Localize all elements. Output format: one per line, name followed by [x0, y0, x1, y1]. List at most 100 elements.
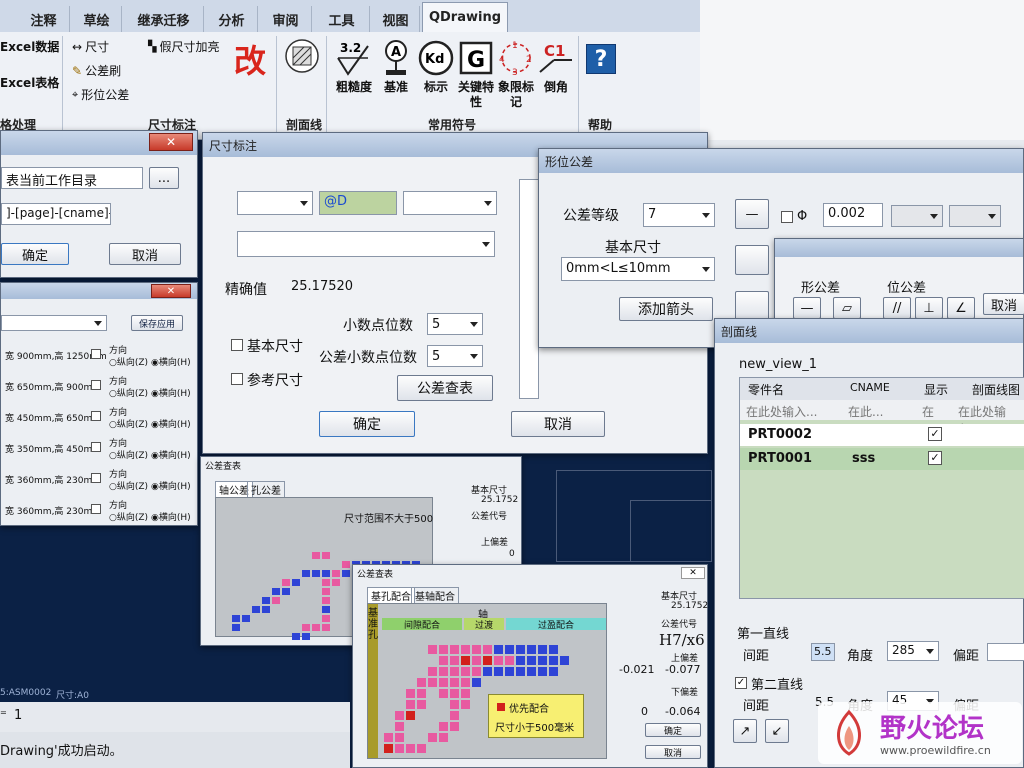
- tolerance-cell[interactable]: [302, 570, 310, 577]
- ok-button[interactable]: 确定: [319, 411, 415, 437]
- tolerance-cell[interactable]: [322, 606, 330, 613]
- second-line-checkbox[interactable]: ✓: [735, 677, 747, 689]
- tolerance-cell[interactable]: [342, 561, 350, 568]
- dimension-value-field[interactable]: @D: [319, 191, 397, 215]
- fit-cell[interactable]: [439, 689, 448, 698]
- perpendicularity-button[interactable]: ⊥: [915, 297, 943, 319]
- fit-cell[interactable]: [560, 656, 569, 665]
- modify-button[interactable]: 改: [234, 36, 266, 82]
- fit-cell[interactable]: [516, 656, 525, 665]
- portrait-option[interactable]: ○纵向(Z): [109, 355, 148, 368]
- tolerance-cell[interactable]: [262, 597, 270, 604]
- fit-cell[interactable]: [538, 656, 547, 665]
- fit-cell[interactable]: [450, 656, 459, 665]
- tolerance-cell[interactable]: [322, 570, 330, 577]
- tolerance-cell[interactable]: [232, 615, 240, 622]
- suffix-combo[interactable]: [403, 191, 497, 215]
- browse-button[interactable]: ...: [149, 167, 179, 189]
- fit-cell[interactable]: [384, 733, 393, 742]
- fit-cell[interactable]: [450, 722, 459, 731]
- basic-size-checkbox[interactable]: [231, 339, 243, 351]
- fit-cell[interactable]: [538, 645, 547, 654]
- fit-cell[interactable]: [450, 711, 459, 720]
- tolerance-cell[interactable]: [252, 606, 260, 613]
- cancel-button[interactable]: 取消: [511, 411, 605, 437]
- paper-size-row[interactable]: 宽 450mm,高 650mm 方向 ○纵向(Z) ◉横向(H): [1, 403, 199, 431]
- fit-cell[interactable]: [516, 645, 525, 654]
- fit-cell[interactable]: [494, 645, 503, 654]
- fit-cell[interactable]: [406, 744, 415, 753]
- tab-view[interactable]: 视图: [372, 6, 420, 32]
- fit-cell[interactable]: [450, 645, 459, 654]
- tolerance-cell[interactable]: [242, 615, 250, 622]
- collapse-button[interactable]: ↙: [765, 719, 789, 743]
- tolerance-cell[interactable]: [332, 579, 340, 586]
- tab-analysis[interactable]: 分析: [206, 6, 258, 32]
- tolerance-cell[interactable]: [342, 570, 350, 577]
- tab-annotate[interactable]: 注释: [18, 6, 70, 32]
- tolerance-cell[interactable]: [312, 570, 320, 577]
- spacing-field[interactable]: 5.5: [811, 643, 835, 661]
- fit-cell[interactable]: [450, 689, 459, 698]
- paper-size-row[interactable]: 宽 900mm,高 1250mm 方向 ○纵向(Z) ◉横向(H): [1, 341, 199, 369]
- fit-cell[interactable]: [461, 689, 470, 698]
- tab-hole-basis[interactable]: 基孔配合: [367, 587, 415, 604]
- fit-cell[interactable]: [494, 656, 503, 665]
- fit-cell[interactable]: [549, 667, 558, 676]
- angularity-button[interactable]: ∠: [947, 297, 975, 319]
- reference-size-checkbox[interactable]: [231, 373, 243, 385]
- fit-cell[interactable]: [395, 744, 404, 753]
- fit-cell[interactable]: [516, 667, 525, 676]
- add-arrow-button[interactable]: 添加箭头: [619, 297, 713, 321]
- tab-qdrawing[interactable]: QDrawing: [422, 2, 508, 32]
- prefix-combo[interactable]: [237, 191, 313, 215]
- ok-button[interactable]: 确定: [1, 243, 69, 265]
- tolerance-brush-button[interactable]: ✎ 公差刷: [72, 62, 121, 79]
- paper-combo[interactable]: [1, 315, 107, 331]
- landscape-option[interactable]: ◉横向(H): [151, 417, 191, 430]
- enable-checkbox[interactable]: [91, 411, 101, 421]
- fit-cell[interactable]: [439, 733, 448, 742]
- fit-cell[interactable]: [472, 667, 481, 676]
- fit-cell[interactable]: [527, 667, 536, 676]
- landscape-option[interactable]: ◉横向(H): [151, 510, 191, 523]
- tolerance-cell[interactable]: [312, 624, 320, 631]
- fit-cell[interactable]: [505, 656, 514, 665]
- enable-checkbox[interactable]: [91, 349, 101, 359]
- tolerance-lookup-button[interactable]: 公差查表: [397, 375, 493, 401]
- chamfer-button[interactable]: C1: [536, 38, 576, 78]
- cancel-button[interactable]: 取消: [983, 293, 1024, 315]
- tolerance-cell[interactable]: [332, 570, 340, 577]
- filter-cname-input[interactable]: 在此...: [848, 403, 883, 420]
- portrait-option[interactable]: ○纵向(Z): [109, 386, 148, 399]
- tolerance-cell[interactable]: [302, 633, 310, 640]
- paper-size-row[interactable]: 宽 650mm,高 900mm 方向 ○纵向(Z) ◉横向(H): [1, 372, 199, 400]
- datum-button[interactable]: A: [376, 38, 416, 78]
- fit-cell[interactable]: [483, 645, 492, 654]
- fit-cell[interactable]: [527, 656, 536, 665]
- fake-dim-highlight-button[interactable]: ▚ 假尺寸加亮: [148, 38, 219, 55]
- fit-cell[interactable]: [417, 689, 426, 698]
- show-checkbox[interactable]: ✓: [928, 427, 942, 441]
- fit-cell[interactable]: [428, 733, 437, 742]
- flatness-button[interactable]: ▱: [833, 297, 861, 319]
- portrait-option[interactable]: ○纵向(Z): [109, 479, 148, 492]
- fit-cell[interactable]: [428, 678, 437, 687]
- tab-shaft-basis[interactable]: 基轴配合: [411, 587, 459, 604]
- tolerance-cell[interactable]: [322, 588, 330, 595]
- symbol-slot-1[interactable]: —: [735, 199, 769, 229]
- fit-cell[interactable]: [439, 656, 448, 665]
- expand-button[interactable]: ↗: [733, 719, 757, 743]
- fit-cell[interactable]: [461, 645, 470, 654]
- fit-cell[interactable]: [483, 656, 492, 665]
- fit-cell[interactable]: [549, 645, 558, 654]
- fit-cell[interactable]: [549, 656, 558, 665]
- fit-cell[interactable]: [472, 656, 481, 665]
- phi-checkbox[interactable]: [781, 211, 793, 223]
- fit-cell[interactable]: [472, 645, 481, 654]
- save-apply-button[interactable]: 保存应用: [131, 315, 183, 331]
- basic-size-combo[interactable]: 0mm<L≤10mm: [561, 257, 715, 281]
- tolerance-cell[interactable]: [322, 579, 330, 586]
- fit-cell[interactable]: [483, 667, 492, 676]
- offset-field[interactable]: [987, 643, 1024, 661]
